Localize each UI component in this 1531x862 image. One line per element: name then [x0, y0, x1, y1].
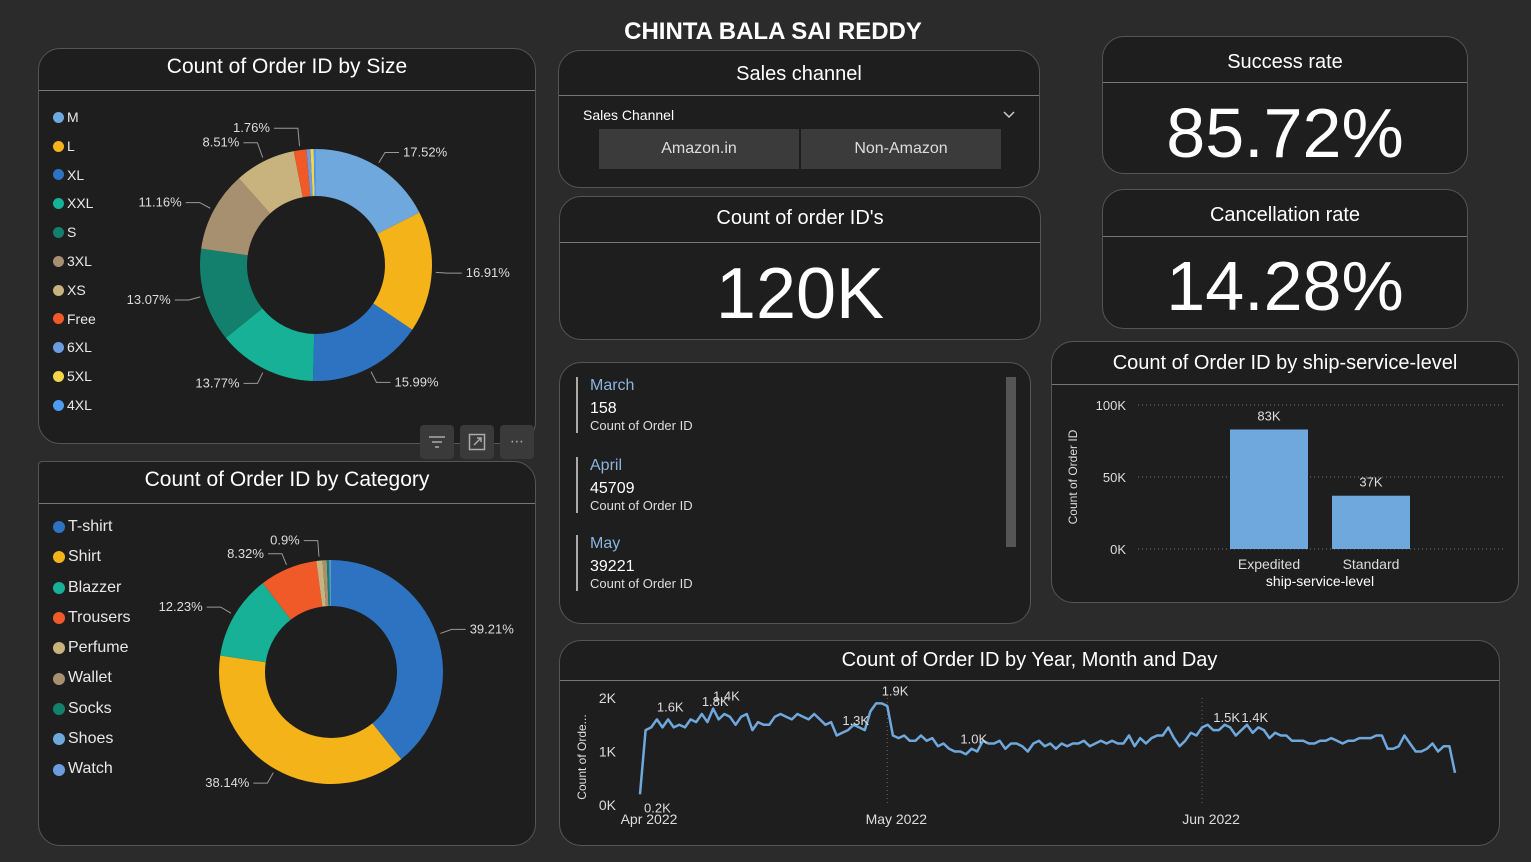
ship-service-bar-chart[interactable]: 0K 50K 100K Count of Order ID 83K Expedited 37…	[1052, 342, 1519, 603]
leader-line	[206, 606, 232, 614]
leader-line	[174, 296, 201, 301]
bar[interactable]	[1230, 429, 1308, 549]
channel-option-amazon[interactable]: Amazon.in	[599, 129, 799, 169]
month-label: April	[590, 457, 623, 474]
cancellation-rate-card: Cancellation rate 14.28%	[1102, 189, 1468, 329]
cancellation-rate-title: Cancellation rate	[1209, 204, 1361, 226]
more-options-icon[interactable]: ⋯	[500, 425, 534, 459]
y-tick-label: 50K	[1103, 470, 1126, 485]
month-sub: Count of Order ID	[590, 418, 693, 433]
y-tick-label: 0K	[1110, 542, 1126, 557]
leader-line	[273, 127, 301, 147]
timeline-line-chart[interactable]: 0K1K2KCount of Orde...Apr 2022 May 2022 Ju…	[560, 641, 1500, 846]
success-rate-card: Success rate 85.72%	[1102, 36, 1468, 174]
data-label: 39.21%	[470, 621, 515, 636]
bar-data-label: 83K	[1257, 408, 1280, 423]
data-label: 0.9%	[270, 533, 300, 548]
donut-slice[interactable]	[218, 655, 402, 784]
line-data-label: 1.3K	[842, 713, 869, 728]
leader-line	[253, 772, 274, 784]
y-tick-label: 2K	[599, 690, 617, 706]
leader-line	[243, 142, 264, 158]
focus-mode-icon[interactable]	[460, 425, 494, 459]
data-label: 8.51%	[202, 135, 239, 150]
scrollbar[interactable]	[1006, 377, 1016, 547]
leader-line	[243, 372, 264, 384]
data-label: 17.52%	[403, 144, 448, 159]
category-donut-card[interactable]: Count of Order ID by Category T-shirt Shi…	[38, 461, 536, 846]
bar-data-label: 37K	[1359, 475, 1382, 490]
sales-channel-slicer-label: Sales Channel	[583, 107, 675, 123]
month-label: March	[590, 377, 635, 394]
data-label: 16.91%	[466, 265, 511, 280]
x-tick-label: May 2022	[866, 811, 928, 827]
x-axis-label: ship-service-level	[1266, 573, 1374, 589]
line-data-label: 1.6K	[657, 699, 684, 714]
data-label: 12.23%	[159, 599, 204, 614]
line-series[interactable]	[638, 702, 1457, 795]
leader-line	[303, 540, 320, 557]
count-order-card: Count of order ID's 120K	[559, 196, 1041, 340]
leader-line	[267, 553, 288, 566]
y-axis-label: Count of Orde...	[575, 714, 589, 799]
leader-line	[440, 628, 466, 634]
line-data-label: 1.9K	[882, 683, 909, 698]
line-data-label: 1.5K	[1213, 710, 1240, 725]
size-donut-chart[interactable]: 17.52% 16.91% 15.99% 13.77% 13.07% 11.16% 8.51…	[39, 49, 536, 444]
category-donut-chart[interactable]: 39.21% 38.14% 12.23% 8.32% 0.9%	[39, 462, 536, 846]
month-label: May	[590, 535, 621, 552]
data-label: 13.77%	[195, 375, 240, 390]
timeline-card[interactable]: Count of Order ID by Year, Month and Day…	[559, 640, 1500, 846]
size-donut-card[interactable]: Count of Order ID by Size M L XL XXL S 3XL XS F…	[38, 48, 536, 444]
month-value: 39221	[590, 558, 635, 575]
cancellation-rate-value: 14.28%	[1166, 247, 1404, 325]
data-label: 15.99%	[394, 374, 439, 389]
filter-icon[interactable]	[420, 425, 454, 459]
line-data-label: 0.2K	[644, 800, 671, 815]
y-tick-label: 1K	[599, 744, 617, 760]
line-data-label: 0.6K	[1472, 641, 1499, 644]
leader-line	[185, 202, 211, 209]
data-label: 13.07%	[127, 292, 172, 307]
count-order-value: 120K	[715, 254, 885, 334]
donut-slice[interactable]	[331, 560, 444, 760]
leader-line	[370, 371, 391, 383]
x-tick-label: Expedited	[1238, 556, 1300, 572]
visual-header-toolbar: ⋯	[420, 425, 536, 459]
month-sub: Count of Order ID	[590, 498, 693, 513]
data-label: 11.16%	[139, 195, 183, 210]
month-item: April 45709 Count of Order ID	[576, 457, 693, 513]
month-item: March 158 Count of Order ID	[576, 377, 693, 433]
month-item: May 39221 Count of Order ID	[576, 535, 693, 591]
channel-option-non-amazon[interactable]: Non-Amazon	[801, 129, 1001, 169]
month-value: 45709	[590, 480, 635, 497]
x-tick-label: Standard	[1343, 556, 1400, 572]
month-value: 158	[590, 400, 617, 417]
ship-service-card[interactable]: Count of Order ID by ship-service-level …	[1051, 341, 1519, 603]
month-sub: Count of Order ID	[590, 576, 693, 591]
line-data-label: 1.4K	[713, 689, 740, 704]
y-axis-label: Count of Order ID	[1066, 429, 1080, 524]
line-data-label: 1.4K	[1241, 710, 1268, 725]
data-label: 1.76%	[233, 120, 270, 135]
count-order-title: Count of order ID's	[716, 207, 884, 229]
leader-line	[435, 271, 462, 274]
chevron-down-icon[interactable]	[1003, 105, 1015, 124]
data-label: 8.32%	[227, 546, 264, 561]
leader-line	[378, 151, 400, 163]
y-tick-label: 100K	[1096, 398, 1127, 413]
sales-channel-card: Sales channel Sales Channel Amazon.in No…	[558, 50, 1040, 188]
y-tick-label: 0K	[599, 797, 617, 813]
data-label: 38.14%	[205, 775, 250, 790]
line-data-label: 1.0K	[960, 732, 987, 747]
months-card[interactable]: March 158 Count of Order ID April 45709 …	[559, 362, 1031, 624]
success-rate-title: Success rate	[1227, 51, 1343, 73]
success-rate-value: 85.72%	[1166, 94, 1404, 172]
bar[interactable]	[1332, 495, 1410, 549]
x-tick-label: Jun 2022	[1182, 811, 1240, 827]
sales-channel-title: Sales channel	[736, 63, 862, 85]
